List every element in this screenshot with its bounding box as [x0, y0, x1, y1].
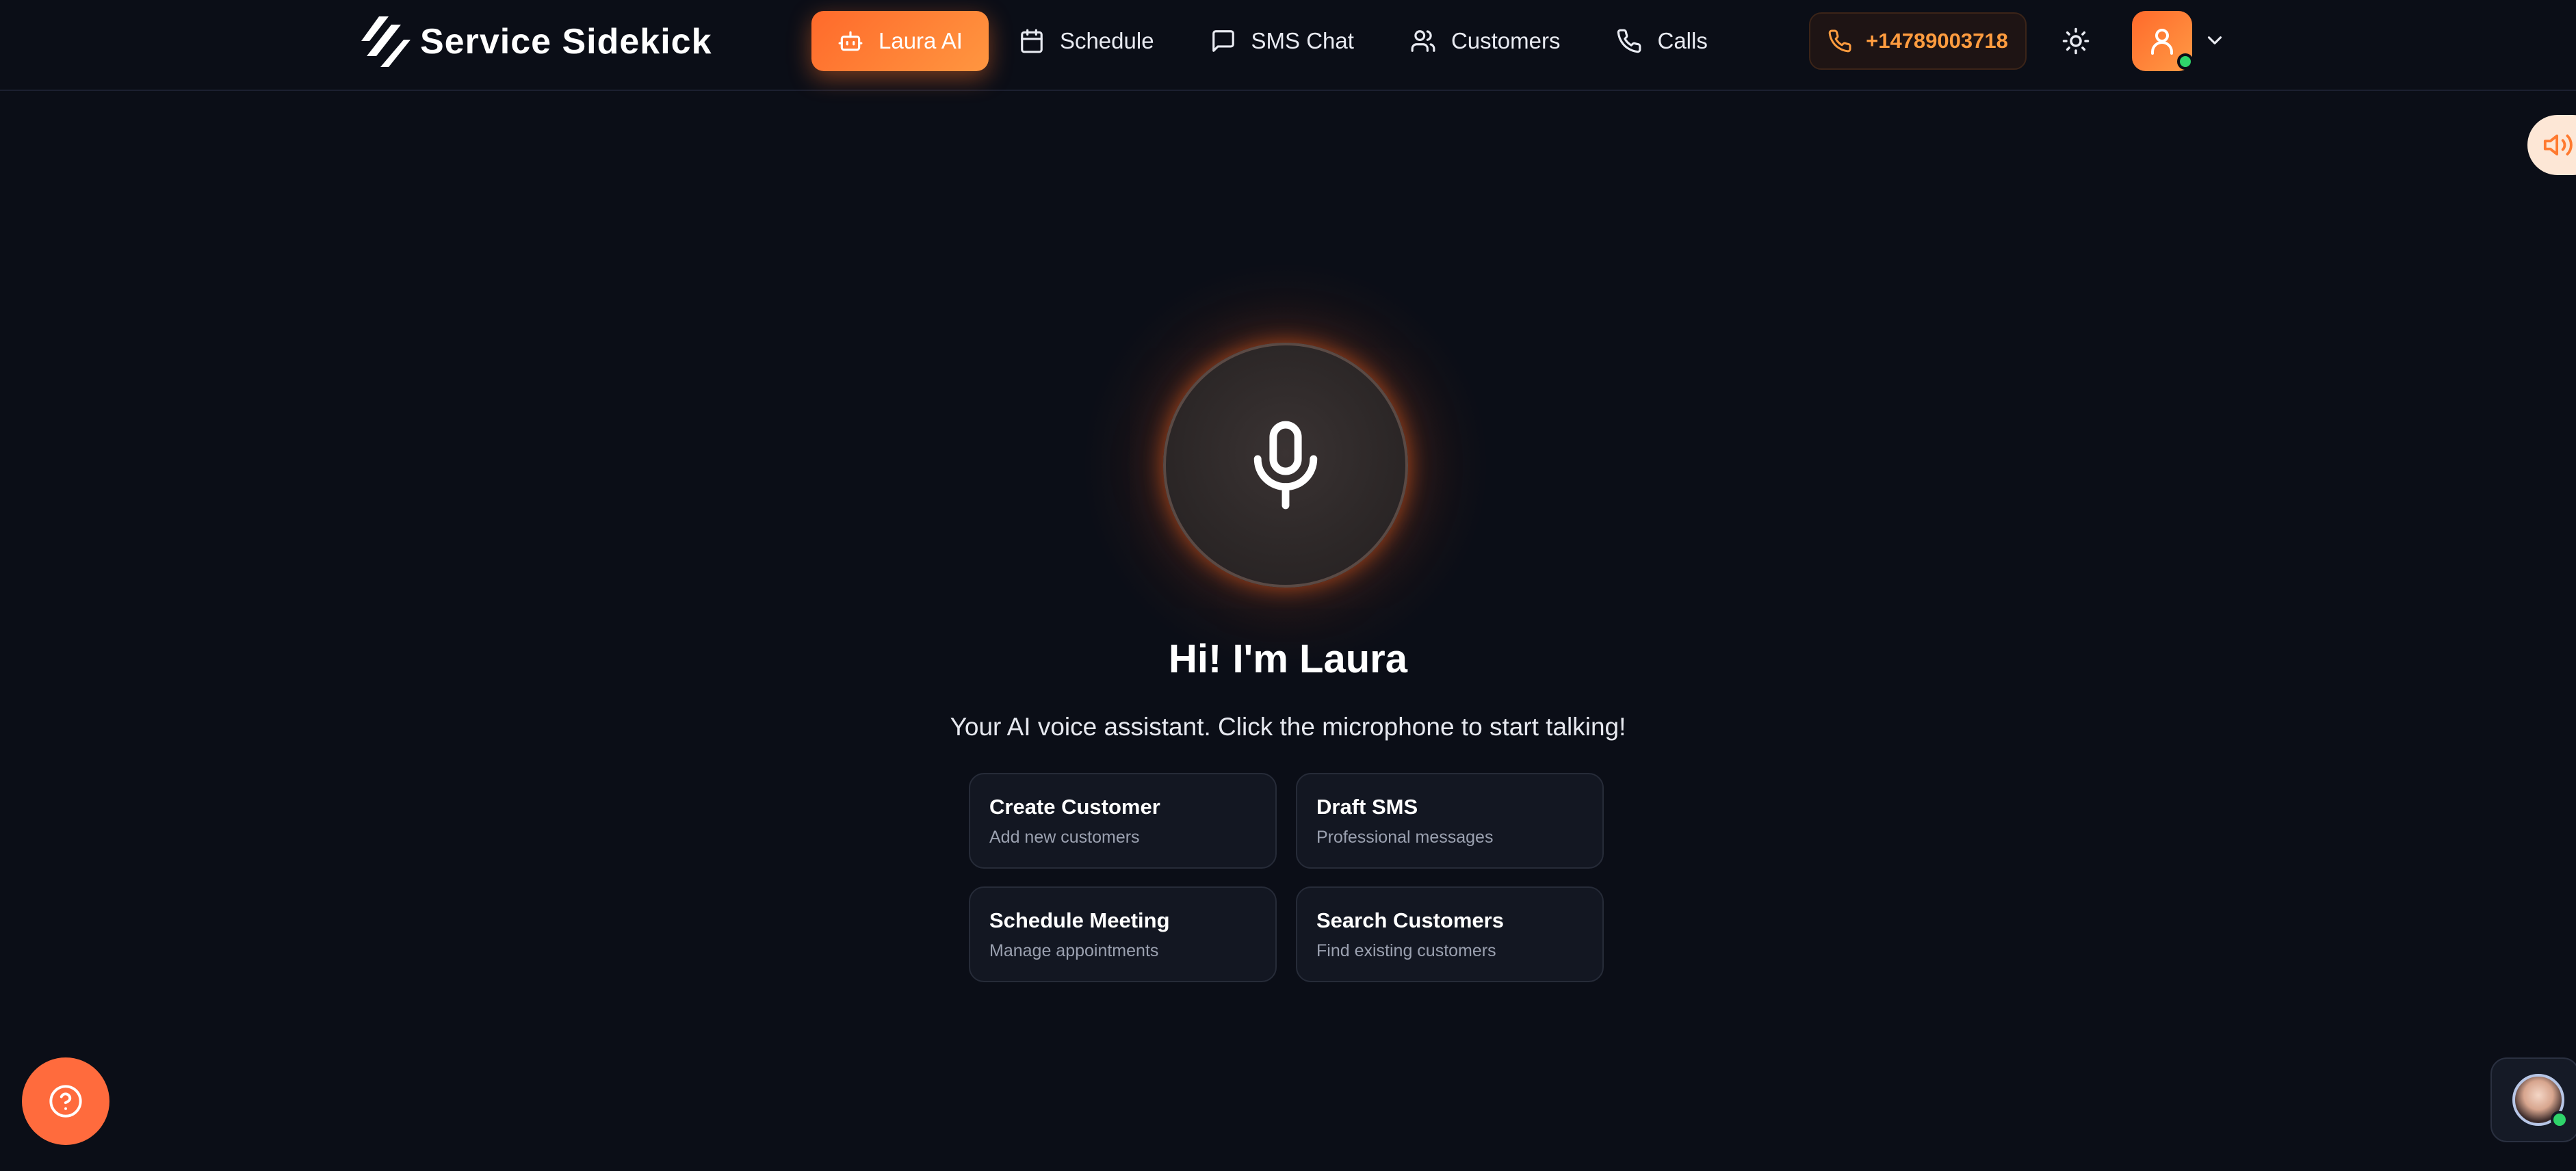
- agent-chat-widget[interactable]: [2490, 1057, 2576, 1142]
- phone-icon: [1828, 29, 1851, 53]
- nav-item-label: Schedule: [1059, 28, 1154, 53]
- user-icon: [2151, 29, 2173, 55]
- sun-icon: [2062, 27, 2090, 55]
- nav-item-customers[interactable]: Customers: [1384, 11, 1587, 71]
- action-card-draft-sms[interactable]: Draft SMS Professional messages: [1296, 773, 1604, 869]
- nav-item-label: Customers: [1450, 28, 1561, 53]
- microphone-icon: [1253, 421, 1318, 510]
- users-icon: [1411, 30, 1435, 52]
- nav-item-label: SMS Chat: [1251, 28, 1354, 53]
- nav-item-calls[interactable]: Calls: [1590, 11, 1733, 71]
- nav-item-sms-chat[interactable]: SMS Chat: [1184, 11, 1380, 71]
- card-subtitle: Manage appointments: [989, 941, 1159, 960]
- help-button[interactable]: [22, 1057, 109, 1145]
- action-card-search-customers[interactable]: Search Customers Find existing customers: [1296, 886, 1604, 982]
- nav-item-label: Calls: [1657, 28, 1708, 53]
- action-card-create-customer[interactable]: Create Customer Add new customers: [969, 773, 1277, 869]
- phone-icon: [1617, 29, 1641, 53]
- microphone-button[interactable]: [1163, 343, 1408, 588]
- phone-number: +14789003718: [1866, 29, 2008, 53]
- brand[interactable]: Service Sidekick: [361, 15, 712, 68]
- chevron-down-icon[interactable]: [2203, 29, 2226, 52]
- theme-toggle-button[interactable]: [2057, 22, 2095, 60]
- main-nav: Laura AI Schedule SMS Chat Customers Cal…: [811, 11, 1738, 71]
- card-title: Schedule Meeting: [989, 908, 1170, 932]
- nav-item-label: Laura AI: [879, 28, 963, 53]
- action-card-schedule-meeting[interactable]: Schedule Meeting Manage appointments: [969, 886, 1277, 982]
- phone-number-button[interactable]: +14789003718: [1809, 12, 2027, 70]
- bot-icon: [838, 31, 863, 51]
- assistant-greeting: Hi! I'm Laura: [1169, 637, 1407, 681]
- card-subtitle: Professional messages: [1316, 828, 1494, 847]
- card-title: Draft SMS: [1316, 795, 1418, 819]
- sound-toggle-button[interactable]: [2527, 115, 2576, 175]
- card-title: Search Customers: [1316, 908, 1504, 932]
- brand-logo-icon: [361, 16, 411, 67]
- volume-icon: [2543, 134, 2573, 156]
- nav-item-laura-ai[interactable]: Laura AI: [811, 11, 989, 71]
- calendar-icon: [1021, 29, 1043, 53]
- assistant-subtitle: Your AI voice assistant. Click the micro…: [950, 713, 1626, 741]
- message-icon: [1212, 30, 1234, 52]
- help-icon: [49, 1085, 82, 1118]
- online-status-dot: [2177, 53, 2194, 70]
- top-navigation-bar: Service Sidekick Laura AI Schedule SMS C…: [0, 0, 2576, 91]
- card-subtitle: Find existing customers: [1316, 941, 1496, 960]
- card-subtitle: Add new customers: [989, 828, 1140, 847]
- brand-name: Service Sidekick: [420, 22, 712, 62]
- agent-online-dot: [2551, 1111, 2568, 1129]
- nav-item-schedule[interactable]: Schedule: [993, 11, 1180, 71]
- card-title: Create Customer: [989, 795, 1160, 819]
